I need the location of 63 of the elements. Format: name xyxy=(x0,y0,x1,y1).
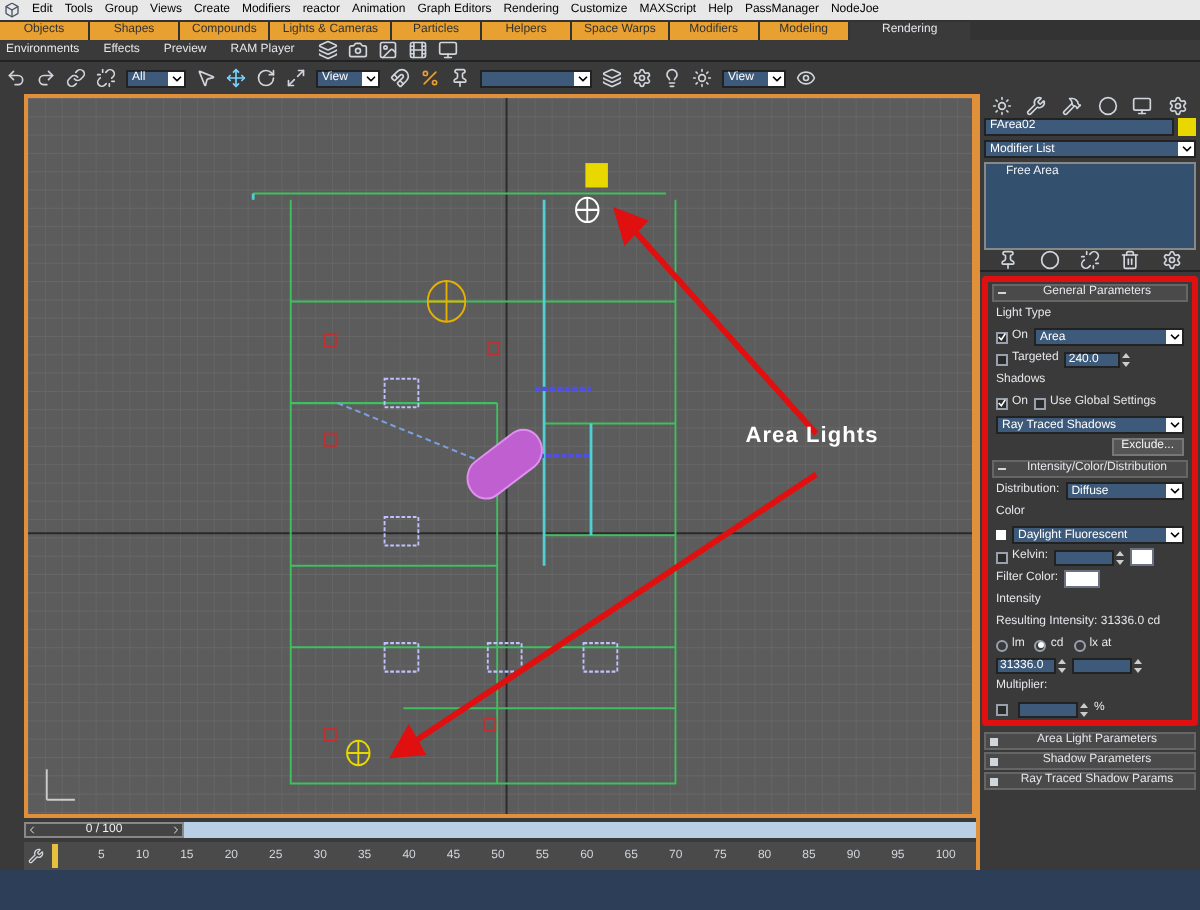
checkbox[interactable] xyxy=(996,353,1008,365)
link-icon[interactable] xyxy=(66,68,86,88)
color-swatch[interactable] xyxy=(1130,548,1155,566)
sun-icon[interactable] xyxy=(692,68,712,88)
named-selection-dropdown[interactable] xyxy=(480,69,592,87)
area-light-icon[interactable] xyxy=(575,163,608,224)
app-icon[interactable] xyxy=(4,2,20,18)
axis-icon xyxy=(45,768,76,801)
spinner-arrows-icon[interactable] xyxy=(1122,351,1131,367)
object-color-swatch[interactable] xyxy=(1178,118,1196,136)
film-icon[interactable] xyxy=(408,40,429,60)
target-icon xyxy=(426,280,467,323)
radio-button[interactable] xyxy=(996,639,1008,651)
spinner-arrows-icon[interactable] xyxy=(1134,658,1142,674)
radio-button[interactable] xyxy=(1073,639,1086,651)
checkbox[interactable] xyxy=(996,397,1008,409)
annotation-label: Area Lights xyxy=(745,422,879,453)
settings-icon[interactable] xyxy=(632,68,652,88)
wrench-icon[interactable] xyxy=(28,848,44,864)
checkbox[interactable] xyxy=(996,551,1008,563)
minus-icon xyxy=(998,468,1006,470)
eye-icon[interactable] xyxy=(796,68,816,88)
distance-field[interactable] xyxy=(1072,658,1132,674)
color-preset-icon[interactable] xyxy=(996,530,1006,540)
spinner-arrows-icon[interactable] xyxy=(1058,658,1066,674)
previous-frame-icon[interactable] xyxy=(26,824,38,836)
image-icon[interactable] xyxy=(378,40,399,60)
magnet-icon[interactable] xyxy=(390,68,410,88)
checkbox[interactable] xyxy=(996,703,1008,715)
trash-icon[interactable] xyxy=(1120,250,1141,270)
unlink-icon[interactable] xyxy=(1079,250,1100,270)
rotate-icon[interactable] xyxy=(256,68,276,88)
circle-icon[interactable] xyxy=(1039,250,1060,270)
unlink-icon[interactable] xyxy=(96,68,116,88)
pointer-icon[interactable] xyxy=(196,68,216,88)
kelvin-field[interactable] xyxy=(1054,549,1115,565)
radio-button[interactable] xyxy=(1034,639,1047,651)
filter-color-swatch[interactable] xyxy=(1064,570,1101,588)
redo-icon[interactable] xyxy=(36,68,56,88)
minus-icon xyxy=(998,292,1006,294)
next-frame-icon[interactable] xyxy=(169,824,182,836)
check-icon xyxy=(998,332,1006,342)
monitor-icon[interactable] xyxy=(438,40,459,60)
spinner-arrows-icon[interactable] xyxy=(1080,701,1088,717)
multiplier-field[interactable] xyxy=(1018,701,1078,717)
checkbox[interactable] xyxy=(1034,397,1047,409)
check-icon xyxy=(998,398,1006,408)
pin-icon[interactable] xyxy=(450,68,470,88)
viewport[interactable]: Area Lights xyxy=(24,94,976,818)
scale-icon[interactable] xyxy=(286,68,306,88)
layers-icon[interactable] xyxy=(602,68,622,88)
lightbulb-icon[interactable] xyxy=(662,68,682,88)
percent-icon[interactable] xyxy=(420,68,440,88)
area-light-icon[interactable] xyxy=(346,739,371,767)
settings-icon[interactable] xyxy=(1161,250,1182,270)
undo-icon[interactable] xyxy=(6,68,26,88)
pin-icon[interactable] xyxy=(998,250,1019,270)
camera-icon[interactable] xyxy=(348,40,369,60)
layers-icon[interactable] xyxy=(318,40,339,60)
checkbox[interactable] xyxy=(996,331,1008,343)
move-icon[interactable] xyxy=(226,68,246,88)
spinner-arrows-icon[interactable] xyxy=(1116,549,1125,565)
frame-marker xyxy=(52,844,58,868)
